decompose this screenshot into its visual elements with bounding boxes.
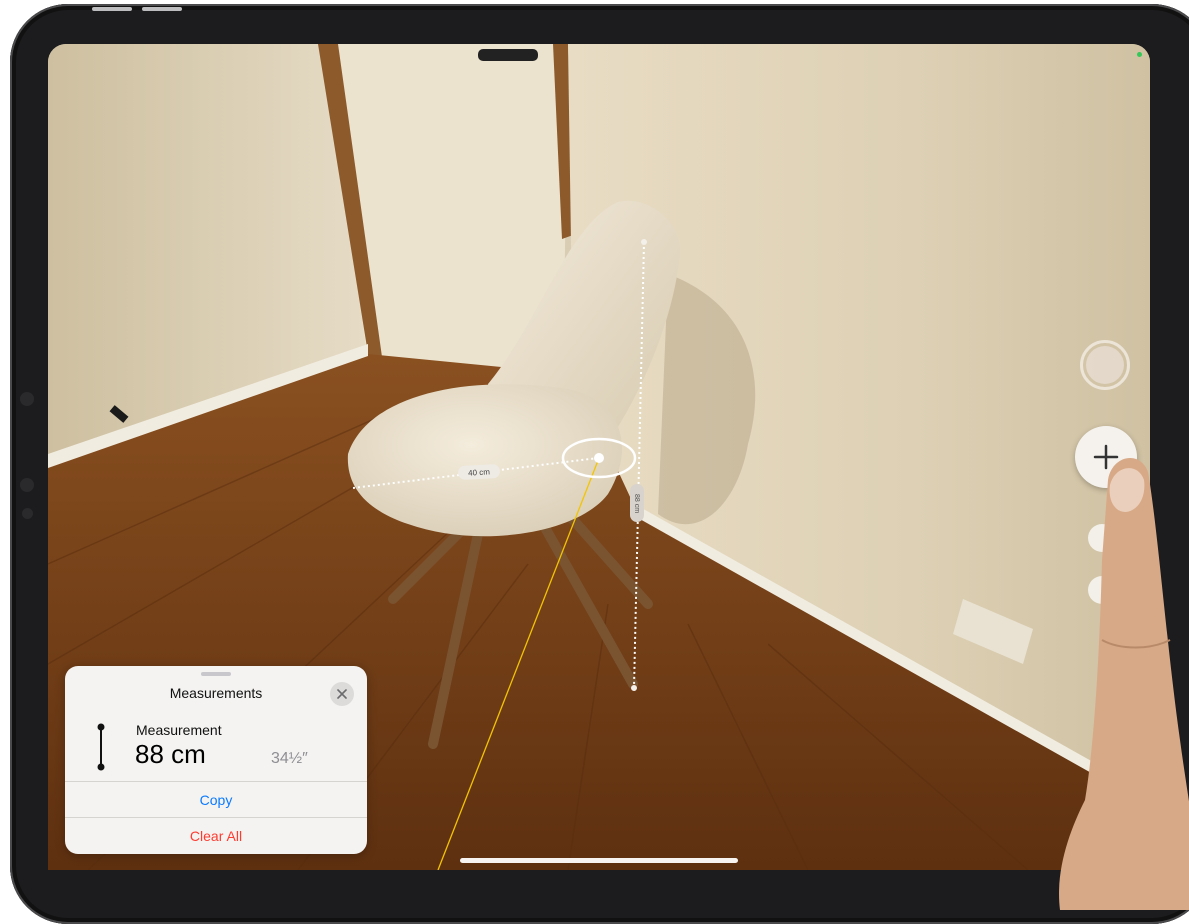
side-sensor bbox=[22, 508, 33, 519]
home-indicator[interactable] bbox=[460, 858, 738, 863]
close-button[interactable] bbox=[330, 682, 354, 706]
side-sensor bbox=[20, 478, 34, 492]
side-sensor bbox=[20, 392, 34, 406]
panel-grabber[interactable] bbox=[201, 672, 231, 676]
measurements-panel: Measurements Measurement 88 cm 34½″ Copy… bbox=[65, 666, 367, 854]
copy-button[interactable]: Copy bbox=[65, 782, 367, 818]
measurement-label: Measurement bbox=[136, 722, 222, 738]
vertical-measure-text: 88 cm bbox=[633, 493, 641, 513]
clear-all-button[interactable]: Clear All bbox=[65, 818, 367, 854]
camera-indicator bbox=[1137, 52, 1142, 57]
close-icon bbox=[337, 689, 347, 699]
measurement-imperial: 34½″ bbox=[271, 750, 308, 767]
reticle-dot bbox=[594, 453, 604, 463]
shutter-button[interactable] bbox=[1080, 340, 1130, 390]
top-button bbox=[142, 7, 182, 11]
measurement-value: 88 cm bbox=[135, 739, 206, 769]
vertical-measure-label: 88 cm bbox=[630, 484, 644, 522]
panel-title: Measurements bbox=[169, 685, 263, 701]
shutter-icon bbox=[1086, 346, 1124, 384]
horizontal-measure-label: 40 cm bbox=[457, 463, 501, 481]
door-handle bbox=[478, 49, 538, 61]
vertical-measure-icon bbox=[97, 723, 105, 771]
finger-image bbox=[1059, 458, 1189, 910]
top-button bbox=[92, 7, 132, 11]
